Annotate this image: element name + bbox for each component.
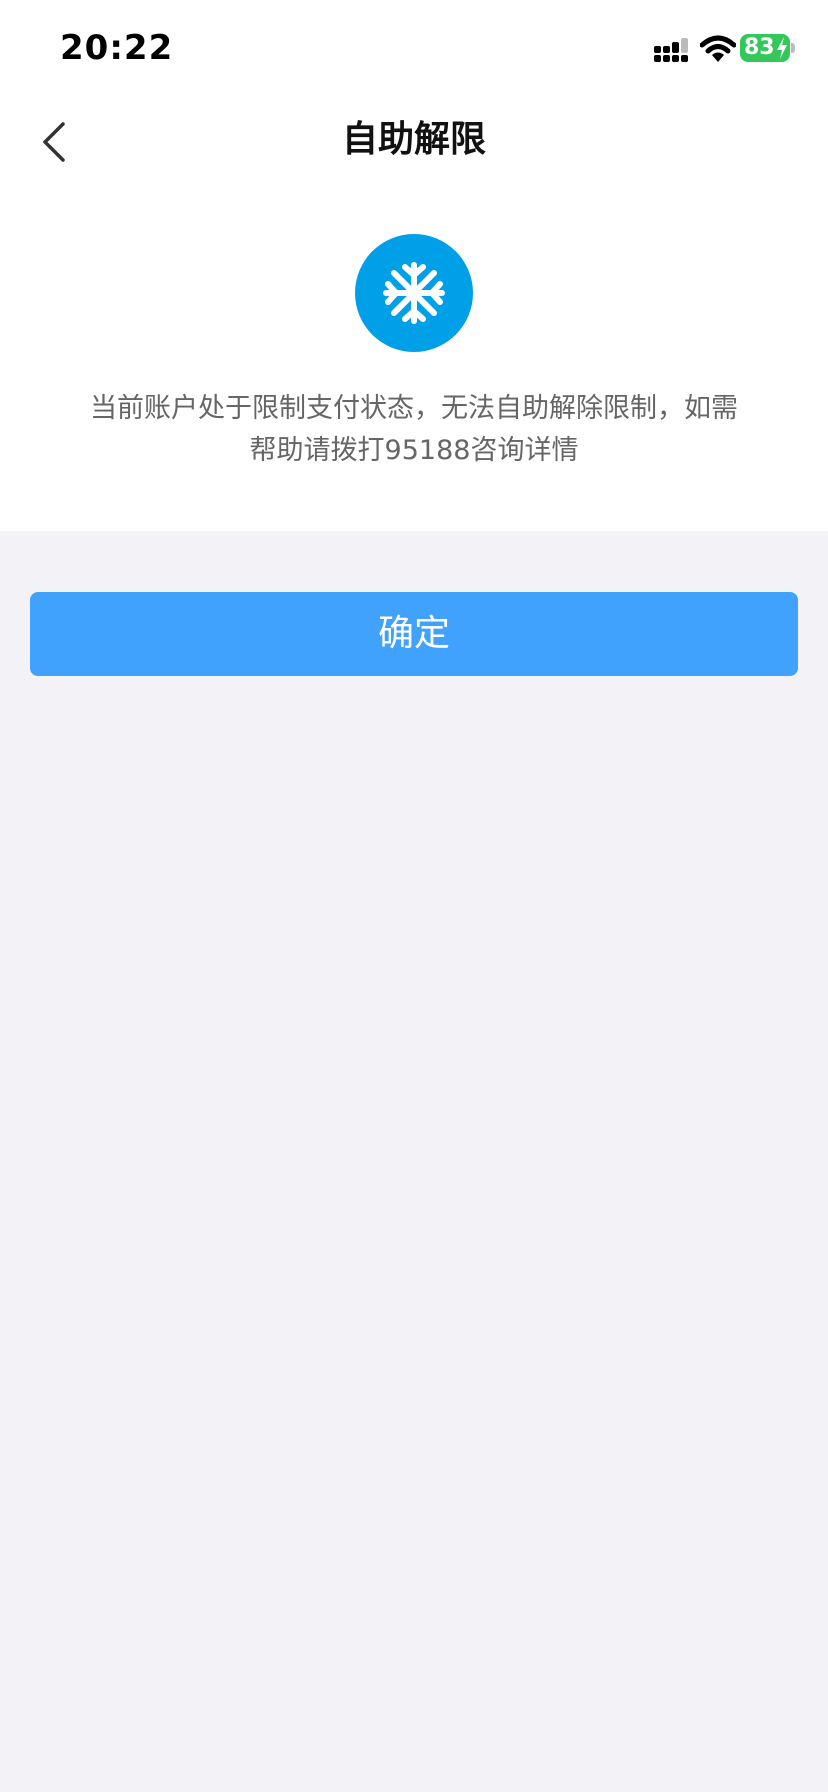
- battery-indicator: 83: [740, 34, 790, 62]
- freeze-status-badge: [355, 234, 473, 352]
- status-bar: 20:22 83: [0, 0, 828, 100]
- status-time: 20:22: [60, 28, 174, 68]
- navigation-bar: 自助解限: [0, 100, 828, 180]
- back-button[interactable]: [28, 106, 88, 174]
- confirm-button[interactable]: 确定: [30, 592, 798, 676]
- restriction-message: 当前账户处于限制支付状态，无法自助解除限制，如需帮助请拨打95188咨询详情: [90, 393, 738, 466]
- battery-cap: [791, 43, 795, 53]
- cellular-signal-icon: [654, 38, 688, 62]
- page-title: 自助解限: [341, 119, 486, 160]
- top-panel: 20:22 83 自助解限 当前账户处于限制支付状态，无法自助解除限制，如需帮助…: [0, 0, 828, 531]
- charging-bolt-icon: [777, 37, 787, 59]
- wifi-icon: [700, 35, 736, 62]
- chevron-left-icon: [43, 122, 65, 162]
- battery-level: 83: [744, 35, 775, 60]
- snowflake-icon: [383, 262, 445, 324]
